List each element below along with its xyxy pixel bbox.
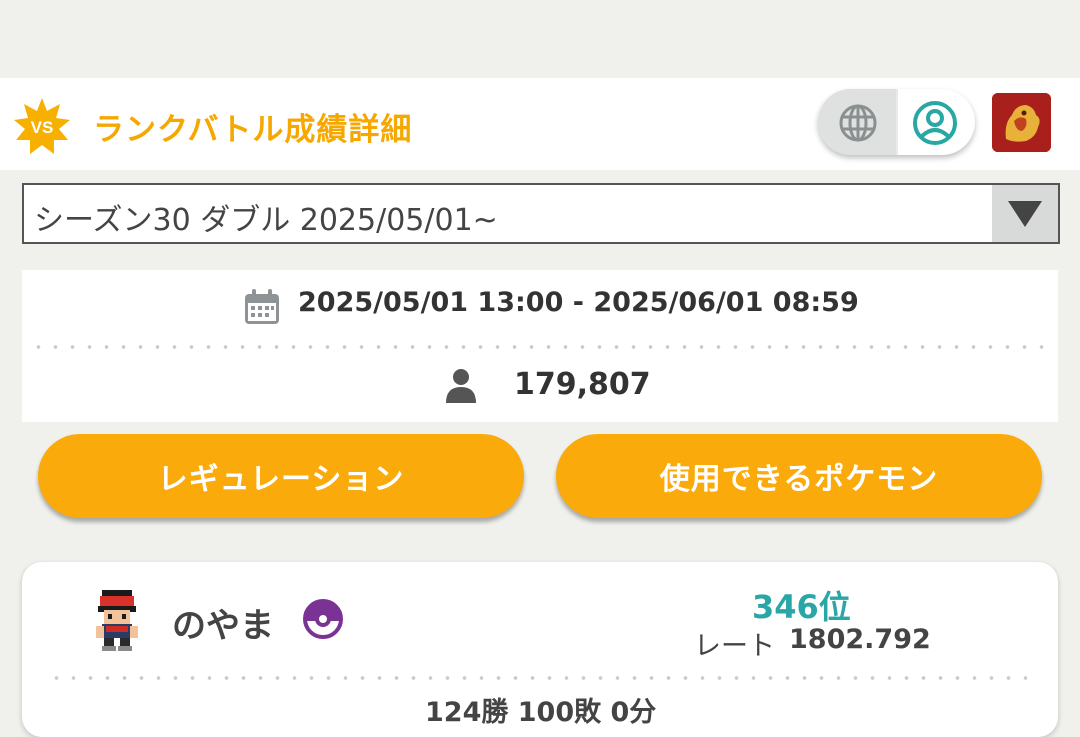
season-select[interactable]: シーズン30 ダブル 2025/05/01~ (22, 183, 1060, 244)
page-title: ランクバトル成績詳細 (93, 112, 413, 148)
rate-value: 1802.792 (789, 624, 931, 655)
usable-pokemon-button[interactable]: 使用できるポケモン (556, 434, 1042, 518)
divider (48, 676, 1028, 680)
calendar-icon (245, 289, 279, 324)
monster-ball-icon (303, 599, 343, 639)
season-select-value: シーズン30 ダブル 2025/05/01~ (34, 203, 498, 238)
player-name: のやま (172, 606, 274, 646)
trainer-avatar (96, 590, 138, 651)
globe-icon[interactable] (838, 103, 878, 143)
win-loss-record: 124勝 100敗 0分 (425, 697, 657, 728)
vs-badge-icon: VS (14, 98, 70, 154)
person-icon (446, 369, 476, 403)
divider (30, 345, 1052, 349)
player-rank: 346位 (752, 588, 851, 626)
game-logo-icon[interactable] (992, 93, 1051, 152)
vs-badge-label: VS (31, 118, 54, 137)
regulation-button[interactable]: レギュレーション (38, 434, 524, 518)
player-count: 179,807 (514, 367, 651, 402)
user-circle-icon[interactable] (912, 100, 958, 146)
status-area (0, 0, 1080, 78)
dropdown-arrow-icon[interactable] (992, 185, 1058, 242)
season-period: 2025/05/01 13:00 - 2025/06/01 08:59 (298, 287, 859, 318)
rate-label: レート (694, 631, 775, 662)
